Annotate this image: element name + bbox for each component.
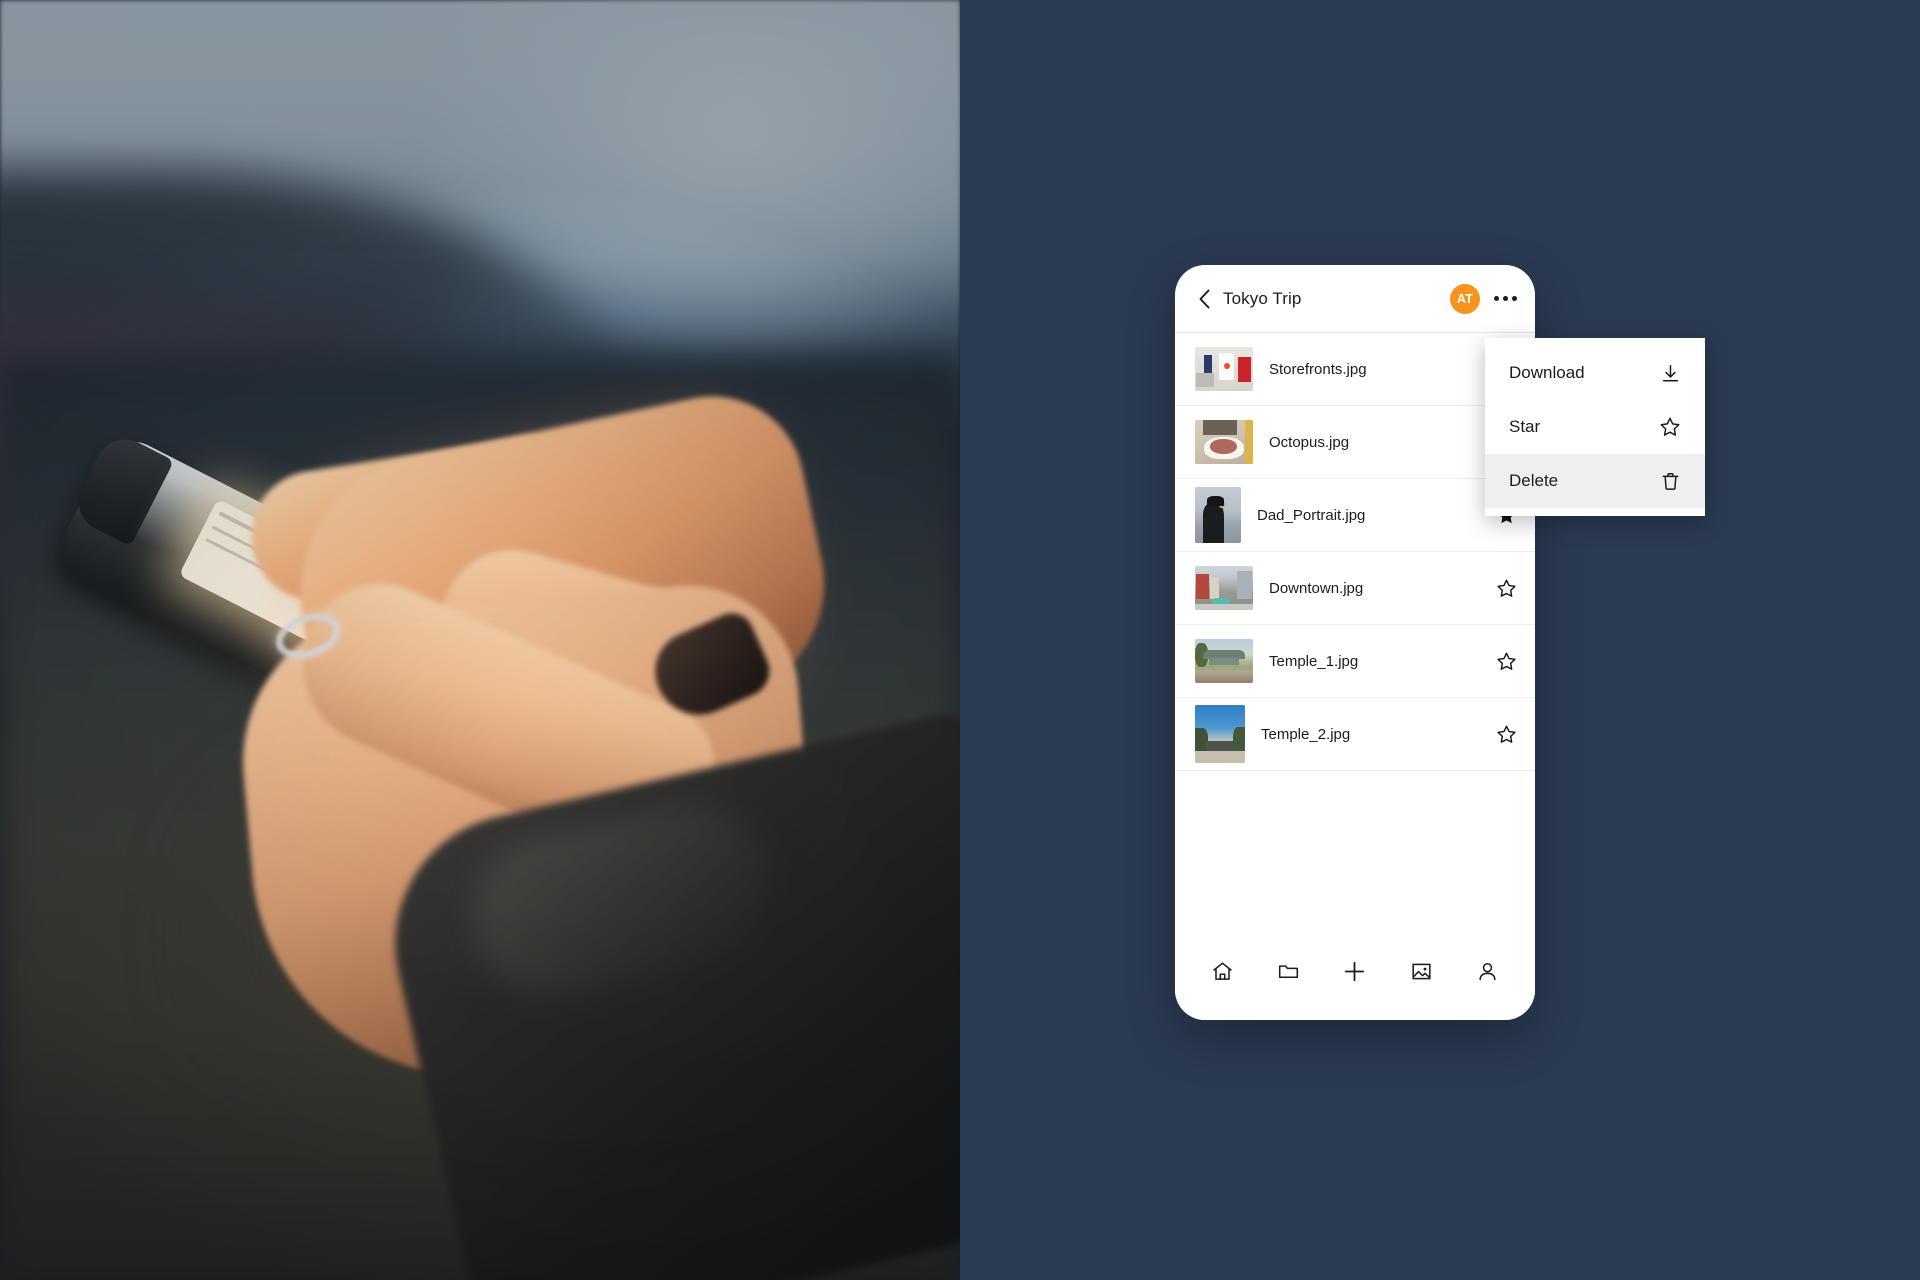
menu-item-label: Star [1509,417,1541,436]
table-row[interactable]: Storefronts.jpg [1175,333,1535,406]
folder-icon[interactable] [1274,956,1304,986]
menu-item-download[interactable]: Download [1485,346,1705,400]
bottom-navigation [1175,934,1535,1020]
file-list: Storefronts.jpg Octopus.jpg Dad_Portrait… [1175,333,1535,771]
file-name: Temple_2.jpg [1261,725,1351,743]
star-outline-icon[interactable] [1495,577,1517,599]
temple-2-thumbnail [1195,705,1245,763]
file-name: Temple_1.jpg [1269,652,1359,670]
chevron-left-icon[interactable] [1195,289,1213,308]
plus-icon[interactable] [1340,956,1370,986]
image-icon[interactable] [1406,956,1436,986]
menu-item-label: Download [1509,363,1585,382]
octopus-thumbnail [1195,420,1253,464]
ui-panel: Tokyo Trip AT Storefronts.jpg Octopus.jp… [960,0,1920,1280]
table-row[interactable]: Temple_2.jpg [1175,698,1535,771]
file-name: Dad_Portrait.jpg [1257,506,1366,524]
background-photo [0,0,960,1280]
card-header: Tokyo Trip AT [1175,265,1535,333]
file-name: Octopus.jpg [1269,433,1350,451]
person-icon[interactable] [1473,956,1503,986]
storefronts-thumbnail [1195,347,1253,391]
page-title: Tokyo Trip [1223,288,1302,308]
trash-icon [1659,470,1681,492]
table-row[interactable]: Downtown.jpg [1175,552,1535,625]
table-row[interactable]: Octopus.jpg [1175,406,1535,479]
context-menu: Download Star Delete [1485,338,1705,516]
download-icon [1659,362,1681,384]
table-row[interactable]: Temple_1.jpg [1175,625,1535,698]
file-name: Downtown.jpg [1269,579,1364,597]
home-icon[interactable] [1207,956,1237,986]
phone-mockup-card: Tokyo Trip AT Storefronts.jpg Octopus.jp… [1175,265,1535,1020]
kebab-menu-icon[interactable] [1494,296,1517,301]
avatar[interactable]: AT [1450,283,1480,314]
dad-portrait-thumbnail [1195,487,1241,543]
temple-1-thumbnail [1195,639,1253,683]
menu-item-delete[interactable]: Delete [1485,454,1705,508]
star-outline-icon[interactable] [1495,723,1517,745]
star-outline-icon [1659,416,1681,438]
menu-item-label: Delete [1509,471,1559,490]
star-outline-icon[interactable] [1495,650,1517,672]
table-row[interactable]: Dad_Portrait.jpg [1175,479,1535,552]
file-name: Storefronts.jpg [1269,360,1367,378]
downtown-thumbnail [1195,566,1253,610]
menu-item-star[interactable]: Star [1485,400,1705,454]
